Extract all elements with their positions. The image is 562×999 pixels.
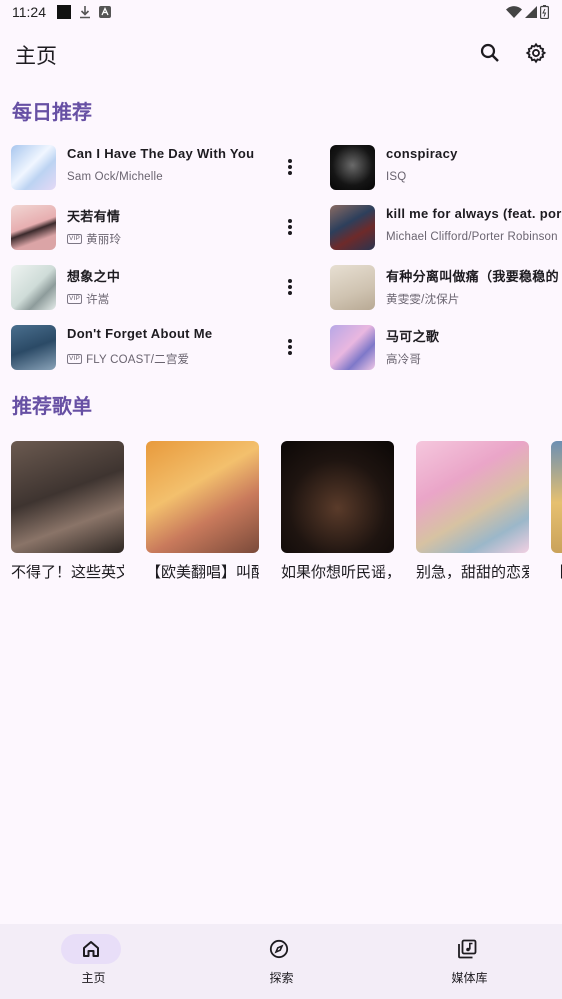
playlist-cover [551, 441, 562, 553]
song-artist-line: Sam Ock/Michelle [67, 171, 163, 183]
nav-home[interactable]: 主页 [0, 924, 187, 999]
song-artist-line: VIP 黄丽玲 [67, 231, 121, 247]
vip-badge: VIP [67, 294, 83, 304]
download-icon [80, 6, 90, 19]
bottom-nav: 主页 探索 媒体库 [0, 924, 562, 999]
nav-library[interactable]: 媒体库 [376, 924, 562, 999]
playlist-card[interactable]: 别急，甜甜的恋爱 [416, 441, 529, 582]
playlist-name: 别急，甜甜的恋爱 [416, 564, 529, 581]
song-title: 有种分离叫做痛（我要稳稳的 [386, 269, 559, 284]
playlist-card[interactable]: 【 [551, 441, 562, 582]
playlist-name: 不得了！这些英文 [11, 564, 124, 581]
gear-icon [525, 42, 547, 64]
song-item[interactable]: 有种分离叫做痛（我要稳稳的 黄雯雯/沈保片 [330, 263, 562, 313]
song-artist: 高冷哥 [386, 354, 422, 366]
more-vert-icon [288, 339, 292, 343]
song-title: 想象之中 [67, 269, 121, 284]
more-vert-icon [288, 279, 292, 283]
song-title: 天若有情 [67, 209, 121, 224]
song-artist-line: VIP 许嵩 [67, 291, 109, 307]
song-title: Can I Have The Day With You [67, 146, 255, 161]
song-item[interactable]: 马可之歌 高冷哥 [330, 323, 562, 373]
song-item[interactable]: Can I Have The Day With You Sam Ock/Mich… [11, 143, 292, 193]
song-item[interactable]: 天若有情 VIP 黄丽玲 [11, 203, 292, 253]
more-vert-button[interactable] [284, 156, 296, 178]
library-icon [458, 939, 477, 959]
more-vert-button[interactable] [284, 216, 296, 238]
signal-icon [525, 6, 537, 18]
vip-badge: VIP [67, 234, 83, 244]
song-artist: 黄丽玲 [86, 234, 122, 246]
song-grid: Can I Have The Day With You Sam Ock/Mich… [0, 0, 562, 999]
song-artist: Michael Clifford/Porter Robinson [386, 231, 558, 243]
song-cover [330, 145, 375, 190]
nav-label: 探索 [269, 971, 294, 985]
song-artist-line: 黄雯雯/沈保片 [386, 291, 460, 307]
playlist-cover [281, 441, 394, 553]
song-cover [11, 145, 56, 190]
song-title: conspiracy [386, 146, 458, 161]
song-cover [330, 205, 375, 250]
song-item[interactable]: 想象之中 VIP 许嵩 [11, 263, 292, 313]
song-artist-line: ISQ [386, 171, 406, 183]
song-artist: 许嵩 [86, 294, 110, 306]
song-item[interactable]: conspiracy ISQ [330, 143, 562, 193]
song-artist-line: Michael Clifford/Porter Robinson [386, 231, 558, 243]
song-cover [330, 265, 375, 310]
song-title: kill me for always (feat. por [386, 206, 562, 221]
wifi-icon [506, 6, 522, 18]
song-artist-line: VIP FLY COAST/二宫爱 [67, 351, 189, 367]
song-artist: 黄雯雯/沈保片 [386, 294, 460, 306]
playlist-cover [416, 441, 529, 553]
status-bar: 11:24 [0, 0, 562, 24]
status-time: 11:24 [12, 4, 46, 20]
song-cover [11, 325, 56, 370]
playlist-card[interactable]: 如果你想听民谣， [281, 441, 394, 582]
song-item[interactable]: Don't Forget About Me VIP FLY COAST/二宫爱 [11, 323, 292, 373]
app-notification-icon [99, 6, 111, 18]
nav-explore[interactable]: 探索 [188, 924, 375, 999]
song-title: Don't Forget About Me [67, 326, 213, 341]
recommend-playlists-title: 推荐歌单 [12, 396, 92, 418]
playlist-card[interactable]: 不得了！这些英文 [11, 441, 124, 582]
search-button[interactable] [475, 38, 505, 68]
song-cover [11, 205, 56, 250]
nav-label: 主页 [81, 971, 106, 985]
song-artist: Sam Ock/Michelle [67, 171, 163, 183]
more-vert-button[interactable] [284, 336, 296, 358]
song-item[interactable]: kill me for always (feat. por Michael Cl… [330, 203, 562, 253]
notification-square-icon [57, 5, 71, 19]
playlist-cover [146, 441, 259, 553]
song-title: 马可之歌 [386, 329, 440, 344]
vip-badge: VIP [67, 354, 83, 364]
playlist-name: 【 [551, 561, 562, 582]
nav-label: 媒体库 [451, 971, 488, 985]
playlist-card[interactable]: 【欧美翻唱】叫醒 [146, 441, 259, 582]
song-cover [330, 325, 375, 370]
playlist-name: 如果你想听民谣， [281, 564, 394, 581]
playlist-name: 【欧美翻唱】叫醒 [146, 564, 259, 581]
more-vert-icon [288, 159, 292, 163]
search-icon [480, 43, 499, 62]
song-artist: ISQ [386, 171, 407, 183]
playlist-cover [11, 441, 124, 553]
daily-recommend-title: 每日推荐 [12, 102, 92, 124]
compass-icon [269, 939, 289, 959]
home-icon [83, 941, 99, 957]
battery-icon [540, 5, 549, 19]
app-title: 主页 [15, 45, 57, 68]
song-artist: FLY COAST/二宫爱 [86, 354, 190, 366]
song-artist-line: 高冷哥 [386, 351, 421, 367]
more-vert-button[interactable] [284, 276, 296, 298]
more-vert-icon [288, 219, 292, 223]
song-cover [11, 265, 56, 310]
settings-button[interactable] [521, 38, 551, 68]
